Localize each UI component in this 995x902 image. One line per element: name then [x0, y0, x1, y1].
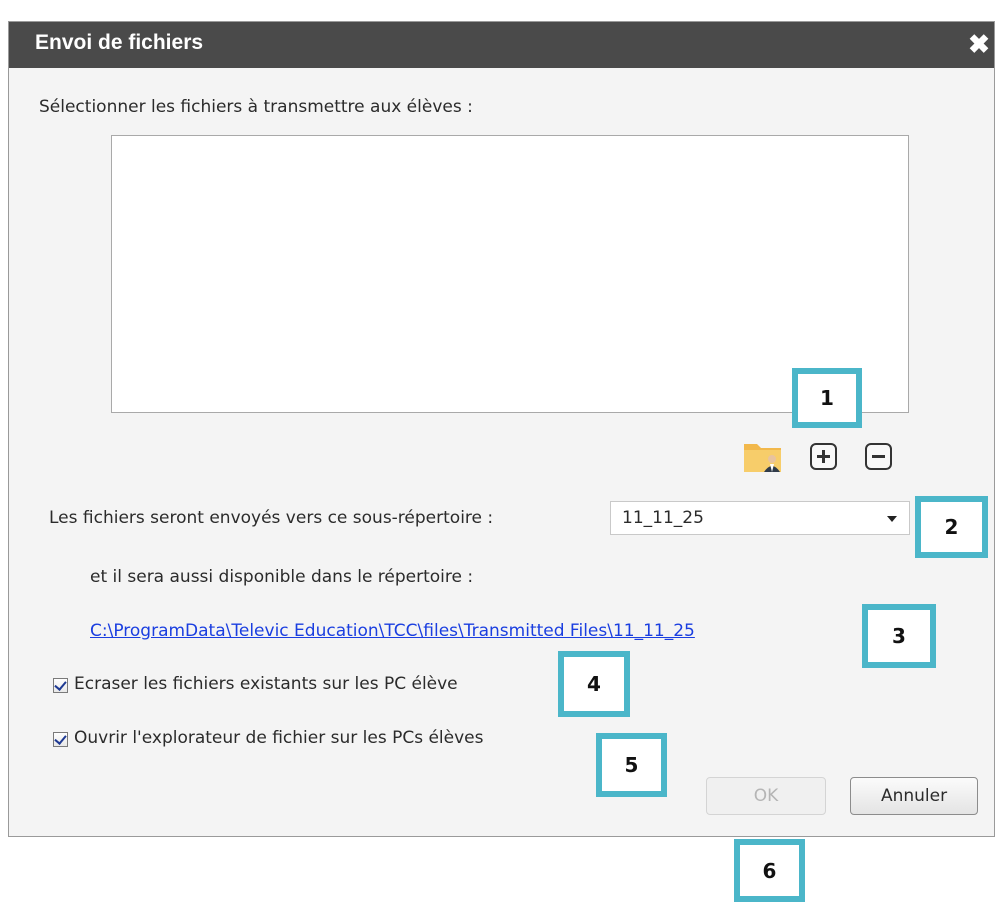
- remove-file-button[interactable]: [865, 443, 892, 470]
- overwrite-checkbox[interactable]: [53, 678, 68, 693]
- subdir-value: 11_11_25: [622, 508, 704, 528]
- repository-label: et il sera aussi disponible dans le répe…: [90, 567, 474, 587]
- callout-4: 4: [558, 651, 630, 717]
- chevron-down-icon[interactable]: [887, 516, 897, 522]
- callout-2: 2: [915, 496, 988, 558]
- folder-user-icon[interactable]: [743, 438, 783, 474]
- open-explorer-checkbox[interactable]: [53, 732, 68, 747]
- cancel-button[interactable]: Annuler: [850, 777, 978, 815]
- dialog-title: Envoi de fichiers: [35, 31, 204, 54]
- repository-path-link[interactable]: C:\ProgramData\Televic Education\TCC\fil…: [90, 621, 695, 641]
- subdir-select[interactable]: 11_11_25: [610, 501, 910, 535]
- file-list[interactable]: [111, 135, 909, 413]
- callout-6: 6: [734, 839, 805, 902]
- close-icon[interactable]: ✖: [966, 30, 992, 58]
- overwrite-label[interactable]: Ecraser les fichiers existants sur les P…: [74, 674, 458, 694]
- open-explorer-label[interactable]: Ouvrir l'explorateur de fichier sur les …: [74, 728, 483, 748]
- callout-1: 1: [792, 368, 862, 428]
- callout-3: 3: [862, 604, 936, 668]
- ok-button[interactable]: OK: [706, 777, 826, 815]
- callout-5: 5: [596, 733, 667, 797]
- dialog-titlebar: Envoi de fichiers ✖: [9, 22, 994, 68]
- send-files-dialog: Envoi de fichiers ✖ Sélectionner les fic…: [8, 21, 995, 837]
- instruction-label: Sélectionner les fichiers à transmettre …: [39, 97, 473, 117]
- subdir-label: Les fichiers seront envoyés vers ce sous…: [49, 508, 494, 528]
- add-file-button[interactable]: [810, 443, 837, 470]
